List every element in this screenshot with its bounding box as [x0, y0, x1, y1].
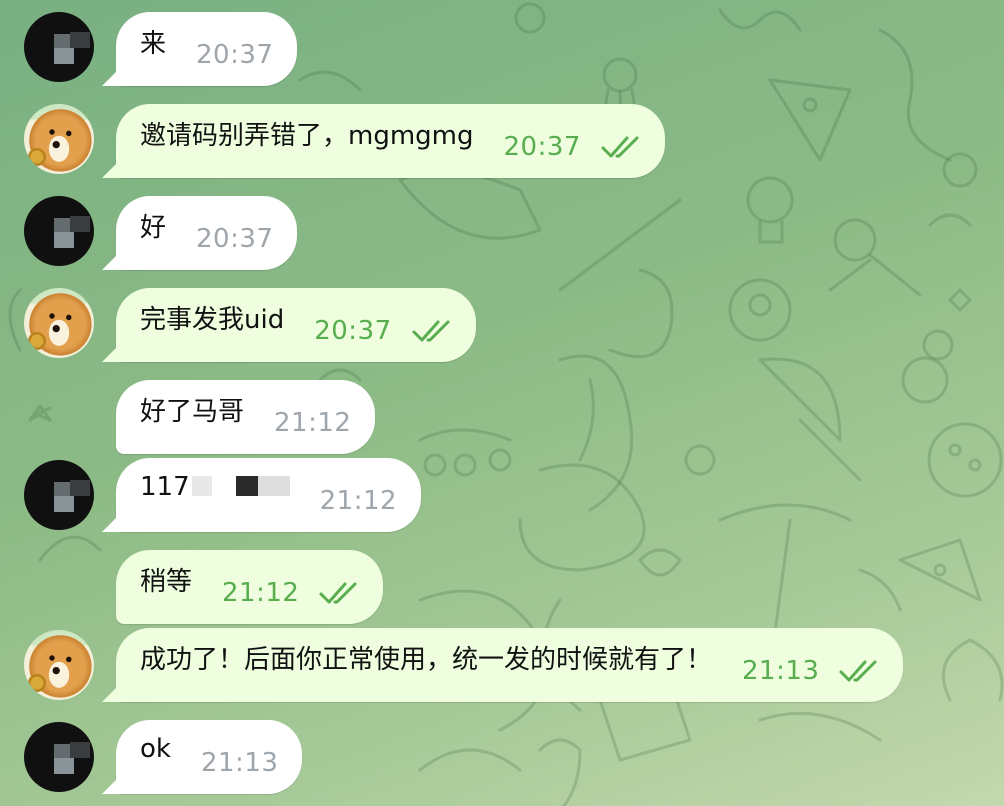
message-text: 117	[140, 472, 290, 502]
uid-visible-digits: 117	[140, 472, 190, 502]
message-time: 21:12	[319, 486, 398, 516]
message-time: 20:37	[314, 316, 392, 346]
incoming-message-bubble[interactable]: 来 20:37	[116, 12, 298, 86]
contact-avatar[interactable]	[24, 722, 94, 792]
redaction-mask	[191, 475, 212, 496]
double-check-icon	[839, 660, 877, 682]
message-time: 20:37	[196, 224, 274, 254]
message-text: ok	[140, 734, 171, 764]
message-text: 完事发我uid	[140, 304, 285, 335]
outgoing-message-bubble[interactable]: 稍等 21:12	[116, 550, 384, 624]
message-time: 21:13	[742, 656, 820, 686]
incoming-message-bubble[interactable]: 117 21:12	[116, 458, 422, 532]
double-check-icon	[601, 136, 639, 158]
redaction-mask	[257, 475, 290, 496]
outgoing-message-bubble[interactable]: 成功了！后面你正常使用，统一发的时候就有了！ 21:13	[116, 628, 904, 702]
message-text: 来	[140, 28, 167, 59]
incoming-message-bubble[interactable]: ok 21:13	[116, 720, 303, 794]
message-time: 21:12	[274, 408, 352, 438]
incoming-message-bubble[interactable]: 好了马哥 21:12	[116, 380, 376, 454]
message-time: 21:12	[222, 578, 300, 608]
user-avatar[interactable]	[24, 630, 94, 700]
message-text: 稍等	[140, 566, 193, 597]
message-time: 21:13	[200, 748, 279, 778]
message-time: 20:37	[503, 132, 581, 162]
double-check-icon	[412, 320, 450, 342]
contact-avatar[interactable]	[24, 12, 94, 82]
redaction-mask	[235, 475, 258, 496]
user-avatar[interactable]	[24, 288, 94, 358]
message-text: 邀请码别弄错了，mgmgmg	[140, 120, 474, 151]
redaction-mask	[211, 475, 236, 496]
user-avatar[interactable]	[24, 104, 94, 174]
incoming-message-bubble[interactable]: 好 20:37	[116, 196, 298, 270]
outgoing-message-bubble[interactable]: 完事发我uid 20:37	[116, 288, 476, 362]
contact-avatar[interactable]	[24, 460, 94, 530]
contact-avatar[interactable]	[24, 196, 94, 266]
message-text: 好了马哥	[140, 396, 245, 427]
message-text: 成功了！后面你正常使用，统一发的时候就有了！	[140, 644, 713, 675]
outgoing-message-bubble[interactable]: 邀请码别弄错了，mgmgmg 20:37	[116, 104, 665, 178]
double-check-icon	[319, 582, 357, 604]
message-text: 好	[140, 212, 167, 243]
message-time: 20:37	[196, 40, 274, 70]
